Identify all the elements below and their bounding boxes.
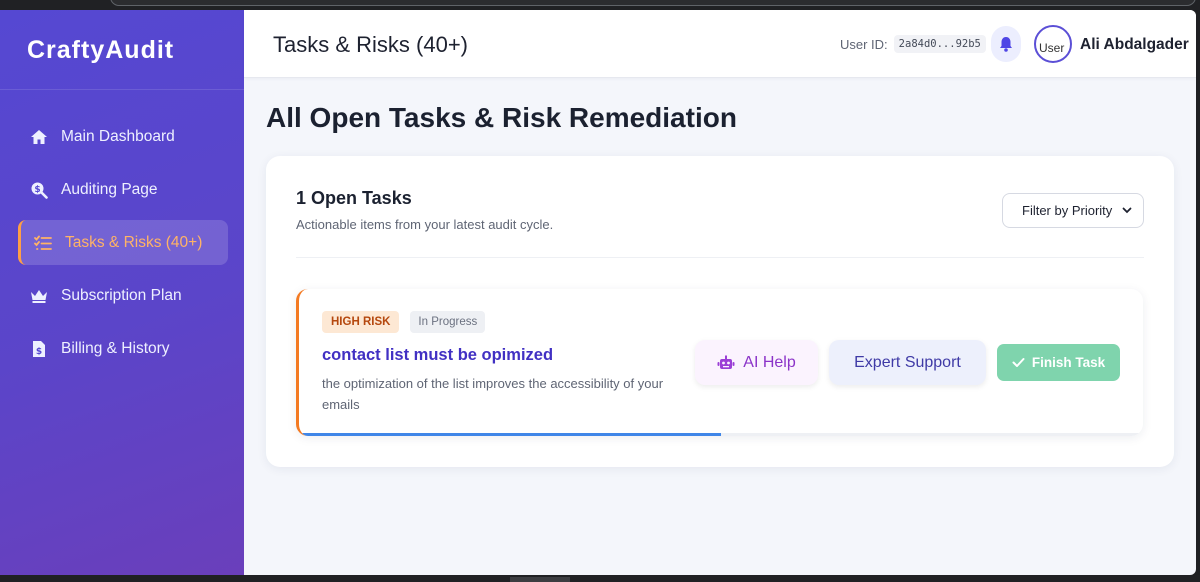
chevron-down-icon	[1122, 207, 1132, 214]
task-title: contact list must be opimized	[322, 346, 554, 364]
panel-title: 1 Open Tasks	[296, 188, 412, 208]
user-id-value: 2a84d0...92b5	[893, 35, 986, 53]
browser-top-strip	[0, 0, 1200, 10]
user-name[interactable]: Ali Abdalgader	[1080, 36, 1189, 54]
brand-logo[interactable]: CraftyAudit	[0, 10, 244, 90]
home-icon	[29, 127, 49, 147]
browser-bottom-strip	[0, 575, 1200, 582]
sidebar-item-label: Main Dashboard	[61, 127, 175, 145]
sidebar-nav: Main Dashboard $ Auditing Page Tasks & R…	[0, 90, 244, 371]
sidebar-item-billing-history[interactable]: $ Billing & History	[18, 326, 228, 371]
finish-task-button[interactable]: Finish Task	[997, 344, 1120, 381]
expert-support-button[interactable]: Expert Support	[829, 340, 986, 385]
ai-help-button[interactable]: AI Help	[695, 340, 818, 385]
crown-icon	[29, 286, 49, 306]
avatar-alt-text: User	[1039, 41, 1065, 55]
priority-filter-select[interactable]: Filter by Priority	[1002, 193, 1144, 228]
header-title: Tasks & Risks (40+)	[273, 32, 468, 57]
task-progress-track	[299, 433, 1143, 436]
sidebar-item-tasks-risks[interactable]: Tasks & Risks (40+)	[18, 220, 228, 265]
svg-text:$: $	[36, 347, 42, 357]
notifications-button[interactable]	[991, 26, 1021, 62]
sidebar-item-label: Billing & History	[61, 339, 170, 357]
search-dollar-icon: $	[29, 180, 49, 200]
page-title: All Open Tasks & Risk Remediation	[266, 102, 737, 133]
panel-divider	[296, 257, 1144, 258]
sidebar-item-label: Auditing Page	[61, 180, 158, 198]
task-description: the optimization of the list improves th…	[322, 376, 664, 412]
user-id-label: User ID:	[840, 36, 888, 52]
app-window: CraftyAudit Main Dashboard $ Auditing Pa…	[0, 10, 1196, 575]
priority-filter-value: Filter by Priority	[1022, 203, 1113, 218]
task-badges: HIGH RISK In Progress	[322, 311, 486, 333]
task-progress-fill	[299, 433, 721, 436]
invoice-icon: $	[29, 339, 49, 359]
sidebar: CraftyAudit Main Dashboard $ Auditing Pa…	[0, 10, 244, 575]
check-icon	[1012, 357, 1025, 368]
ai-help-label: AI Help	[743, 353, 796, 371]
main-content: All Open Tasks & Risk Remediation 1 Open…	[244, 78, 1196, 575]
expert-support-label: Expert Support	[854, 353, 961, 371]
user-id-display: User ID: 2a84d0...92b5	[840, 35, 986, 53]
risk-badge: HIGH RISK	[322, 311, 400, 333]
tasks-panel: 1 Open Tasks Actionable items from your …	[266, 156, 1174, 467]
sidebar-item-main-dashboard[interactable]: Main Dashboard	[18, 114, 228, 159]
bell-icon	[1000, 37, 1012, 52]
avatar[interactable]: User	[1034, 25, 1072, 63]
svg-text:$: $	[34, 185, 40, 195]
browser-address-bar[interactable]	[110, 0, 1196, 6]
task-list-icon	[33, 233, 53, 253]
status-badge: In Progress	[410, 311, 486, 333]
top-bar: Tasks & Risks (40+) User ID: 2a84d0...92…	[244, 10, 1196, 78]
panel-header: 1 Open Tasks Actionable items from your …	[296, 188, 553, 232]
sidebar-item-auditing-page[interactable]: $ Auditing Page	[18, 167, 228, 212]
finish-task-label: Finish Task	[1031, 355, 1106, 370]
sidebar-item-label: Tasks & Risks (40+)	[65, 233, 203, 251]
robot-icon	[717, 355, 735, 371]
sidebar-item-label: Subscription Plan	[61, 286, 182, 304]
panel-subtitle: Actionable items from your latest audit …	[296, 217, 554, 232]
task-card: HIGH RISK In Progress contact list must …	[296, 289, 1143, 436]
taskbar-indicator	[510, 577, 570, 582]
sidebar-item-subscription-plan[interactable]: Subscription Plan	[18, 273, 228, 318]
